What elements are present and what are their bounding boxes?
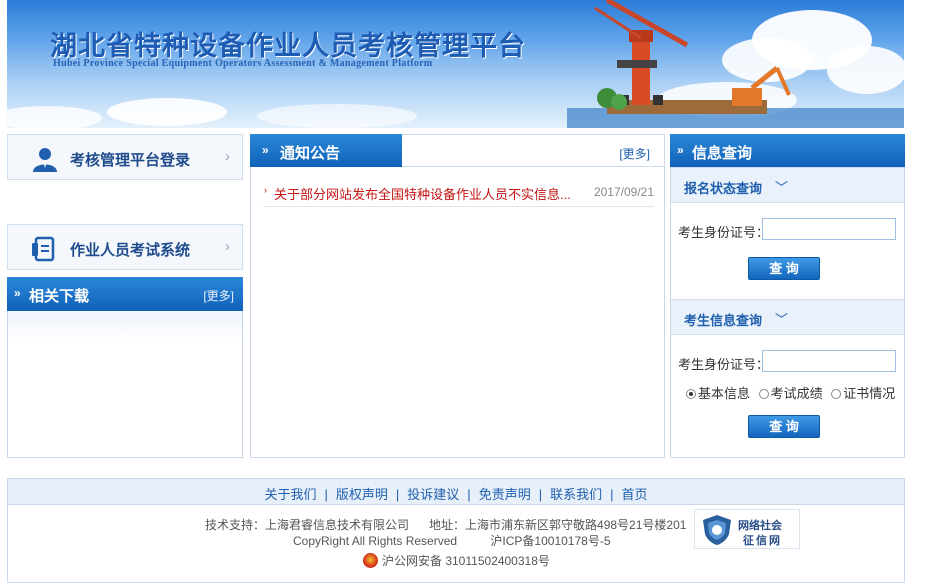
info-id-row: 考生身份证号： xyxy=(671,349,904,377)
bullet-arrow-icon: › xyxy=(264,185,267,195)
downloads-panel: » 相关下载 [更多] xyxy=(7,277,243,458)
footer-link-disclaimer[interactable]: 免责声明 xyxy=(479,487,531,502)
info-query-section-header[interactable]: 考生信息查询 ﹀ xyxy=(671,299,904,335)
status-id-label: 考生身份证号： xyxy=(678,225,770,240)
badge-line1: 网络社会 xyxy=(738,520,782,532)
user-icon xyxy=(33,148,57,172)
address-text: 地址：上海市浦东新区郭守敬路498号21号楼201 xyxy=(429,518,687,532)
footer-link-contact[interactable]: 联系我们 xyxy=(550,487,602,502)
info-query-label: 考生信息查询 xyxy=(684,313,763,328)
notice-header: » 通知公告 [更多] xyxy=(250,134,664,167)
footer-police-line: 沪公网安备 31011502400318号 xyxy=(363,552,550,569)
downloads-list xyxy=(8,311,242,455)
double-chevron-icon: » xyxy=(262,143,269,157)
police-badge-icon xyxy=(363,553,378,568)
chevron-down-icon: ﹀ xyxy=(775,312,789,327)
menu-item-label: 考核管理平台 xyxy=(69,197,160,214)
notice-item-date: 2017/09/21 xyxy=(593,185,654,199)
tech-support-text: 技术支持：上海君睿信息技术有限公司 xyxy=(205,518,410,532)
police-record-text[interactable]: 沪公网安备 31011502400318号 xyxy=(382,554,550,568)
downloads-more-link[interactable]: [更多] xyxy=(203,287,234,304)
chevron-down-icon: ﹀ xyxy=(775,180,789,195)
notice-title: 通知公告 xyxy=(280,145,341,162)
radio-label: 考试成绩 xyxy=(770,386,823,401)
menu-item-label: 作业人员考试系统 xyxy=(70,242,191,259)
radio-exam-score[interactable]: 考试成绩 xyxy=(758,383,823,402)
footer-link-copyright[interactable]: 版权声明 xyxy=(336,487,388,502)
menu-item-exam-system[interactable]: 作业人员考试系统 › xyxy=(7,224,243,270)
info-id-input[interactable] xyxy=(762,350,896,372)
footer-nav: 关于我们 | 版权声明 | 投诉建议 | 免责声明 | 联系我们 | 首页 xyxy=(7,478,905,505)
radio-certificate[interactable]: 证书情况 xyxy=(831,383,895,402)
radio-basic-info[interactable]: 基本信息 xyxy=(686,383,750,402)
footer-link-feedback[interactable]: 投诉建议 xyxy=(407,487,459,502)
credit-network-badge[interactable]: 网络社会 征信网 xyxy=(694,509,800,549)
status-query-label: 报名状态查询 xyxy=(684,181,763,196)
status-query-button[interactable]: 查 询 xyxy=(748,257,820,280)
menu-item-label: 考核管理平台登录 xyxy=(70,152,191,169)
notice-panel: » 通知公告 [更多] › 关于部分网站发布全国特种设备作业人员不实信息... … xyxy=(250,134,665,458)
footer-info: 技术支持：上海君睿信息技术有限公司 地址：上海市浦东新区郭守敬路498号21号楼… xyxy=(7,505,905,583)
menu-item-platform-login[interactable]: 考核管理平台登录 › xyxy=(7,134,243,180)
query-panel: » 信息查询 报名状态查询 ﹀ 考生身份证号： 查 询 考生信息查询 ﹀ 考生身… xyxy=(670,134,905,458)
footer-copyright-line: CopyRight All Rights Reserved 沪ICP备10010… xyxy=(293,532,611,549)
notice-item-title[interactable]: 关于部分网站发布全国特种设备作业人员不实信息... xyxy=(274,184,574,203)
chevron-right-icon: › xyxy=(225,148,230,165)
downloads-header: » 相关下载 [更多] xyxy=(7,277,243,311)
info-id-label: 考生身份证号： xyxy=(678,357,770,372)
double-chevron-icon: » xyxy=(677,143,684,157)
radio-label: 证书情况 xyxy=(843,386,896,401)
shield-icon xyxy=(703,515,731,545)
menu-item-hidden[interactable]: 考核管理平台 xyxy=(7,180,243,224)
list-item[interactable]: › 关于部分网站发布全国特种设备作业人员不实信息... 2017/09/21 xyxy=(263,183,654,207)
badge-line2: 征信网 xyxy=(743,535,782,547)
document-icon xyxy=(32,236,55,262)
left-sidebar: 考核管理平台登录 › 考核管理平台 作业人员考试系统 › xyxy=(7,134,243,270)
notice-more-link[interactable]: [更多] xyxy=(619,145,650,162)
query-header: » 信息查询 xyxy=(670,134,905,167)
radio-unselected-icon xyxy=(758,389,769,399)
footer-company-line: 技术支持：上海君睿信息技术有限公司 地址：上海市浦东新区郭守敬路498号21号楼… xyxy=(205,516,695,533)
footer-link-about[interactable]: 关于我们 xyxy=(264,487,316,502)
downloads-title: 相关下载 xyxy=(29,288,90,305)
double-chevron-icon: » xyxy=(14,286,21,300)
status-id-input[interactable] xyxy=(762,218,896,240)
notice-list: › 关于部分网站发布全国特种设备作业人员不实信息... 2017/09/21 xyxy=(263,183,654,207)
info-type-radio-group: 基本信息 考试成绩 证书情况 xyxy=(686,383,900,402)
chevron-right-icon: › xyxy=(225,238,230,255)
radio-label: 基本信息 xyxy=(698,386,751,401)
status-id-row: 考生身份证号： xyxy=(671,217,904,245)
radio-unselected-icon xyxy=(831,389,842,399)
site-subtitle-en: Hubei Province Special Equipment Operato… xyxy=(53,58,433,69)
tab-notices[interactable]: » 通知公告 xyxy=(250,134,402,167)
status-query-section-header[interactable]: 报名状态查询 ﹀ xyxy=(671,167,904,203)
header-banner: 湖北省特种设备作业人员考核管理平台 Hubei Province Special… xyxy=(7,0,904,128)
icp-text[interactable]: 沪ICP备10010178号-5 xyxy=(490,534,610,548)
query-title: 信息查询 xyxy=(692,145,753,162)
radio-selected-icon xyxy=(686,389,696,399)
footer-link-home[interactable]: 首页 xyxy=(622,487,648,502)
copyright-text: CopyRight All Rights Reserved xyxy=(293,534,458,548)
info-query-button[interactable]: 查 询 xyxy=(748,415,820,438)
